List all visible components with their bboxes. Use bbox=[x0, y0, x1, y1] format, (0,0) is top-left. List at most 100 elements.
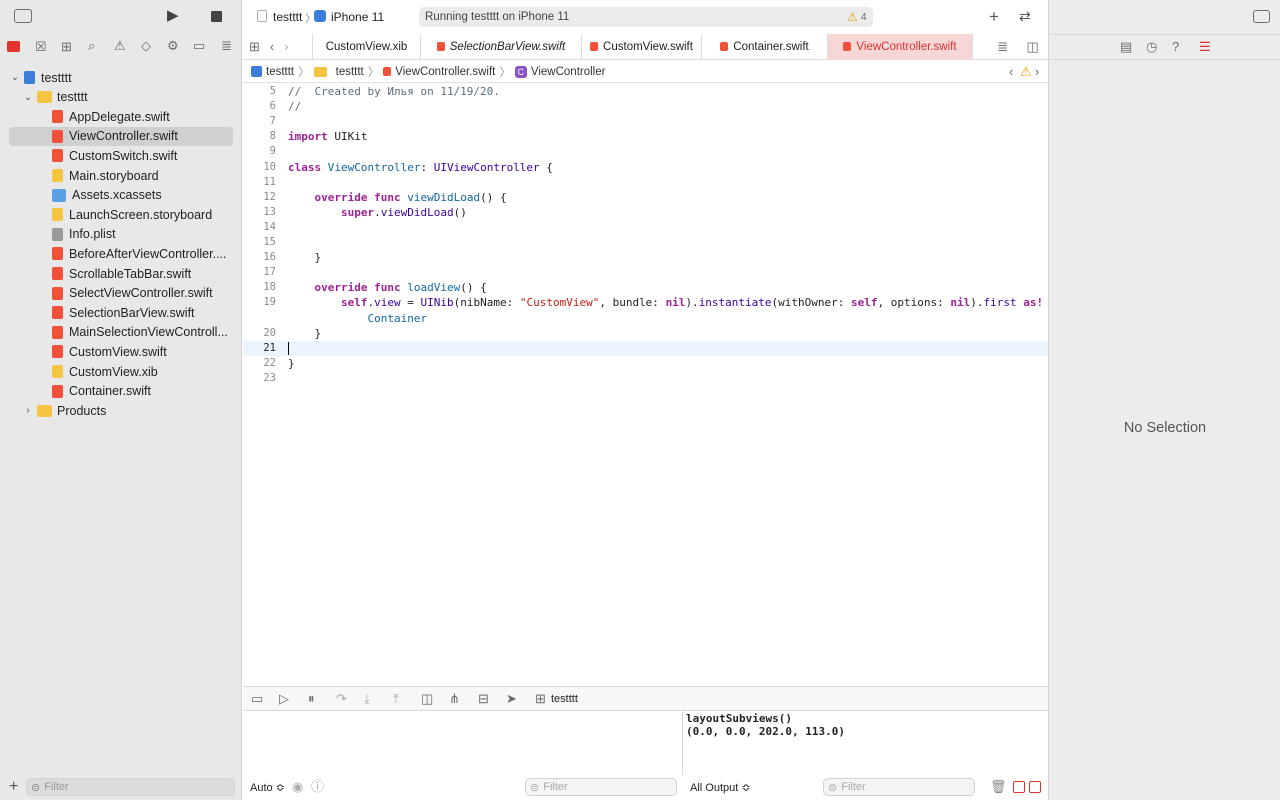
tree-item-file[interactable]: CustomView.xib bbox=[0, 362, 242, 381]
console-line: (0.0, 0.0, 202.0, 113.0) bbox=[686, 725, 845, 738]
debug-target[interactable]: testttt bbox=[551, 693, 578, 705]
tree-item-group[interactable]: ⌄ testttt bbox=[0, 88, 242, 107]
chevron-right-icon: 〉 bbox=[367, 66, 380, 79]
line-number: 15 bbox=[263, 236, 276, 248]
test-navigator-icon[interactable]: ◇ bbox=[141, 39, 151, 52]
editor-tab[interactable]: CustomView.swift bbox=[582, 33, 702, 60]
memory-graph-icon[interactable]: ⋔ bbox=[449, 692, 460, 705]
activity-status-bar: Running testttt on iPhone 11 ⚠ 4 bbox=[419, 7, 873, 27]
view-debugger-icon[interactable]: ◫ bbox=[421, 692, 433, 705]
step-out-icon[interactable]: ⤒ bbox=[393, 692, 399, 705]
tree-item-products[interactable]: › Products bbox=[0, 401, 242, 420]
swift-file-icon bbox=[52, 345, 63, 359]
tree-item-file[interactable]: Main.storyboard bbox=[0, 166, 242, 185]
find-navigator-icon[interactable]: ⌕ bbox=[88, 39, 95, 52]
swift-file-icon bbox=[52, 384, 63, 398]
tree-item-file[interactable]: MainSelectionViewControll... bbox=[0, 323, 242, 342]
breakpoint-navigator-icon[interactable]: ▭ bbox=[193, 39, 205, 52]
code-line: self.view = UINib(nibName: "CustomView",… bbox=[340, 296, 1044, 310]
swift-file-icon bbox=[52, 247, 63, 261]
show-variables-icon[interactable] bbox=[1013, 781, 1025, 793]
report-navigator-icon[interactable]: ≣ bbox=[221, 39, 232, 52]
current-line-highlight bbox=[243, 340, 1048, 356]
pause-icon[interactable]: ⏸ bbox=[308, 692, 315, 705]
grid-icon[interactable]: ⊞ bbox=[249, 40, 260, 53]
output-select[interactable]: All Output ≎ bbox=[690, 781, 751, 794]
tree-item-file[interactable]: Assets.xcassets bbox=[0, 186, 242, 205]
tree-item-file[interactable]: BeforeAfterViewController.... bbox=[0, 244, 242, 263]
tree-item-file[interactable]: CustomSwitch.swift bbox=[0, 146, 242, 165]
console-line: layoutSubviews() bbox=[686, 712, 792, 725]
device-name[interactable]: iPhone 11 bbox=[331, 10, 384, 24]
tree-item-file[interactable]: CustomView.swift bbox=[0, 342, 242, 361]
step-into-icon[interactable]: ⤓ bbox=[364, 692, 370, 705]
project-navigator-icon[interactable] bbox=[7, 41, 20, 52]
stop-button[interactable] bbox=[211, 11, 222, 22]
hide-debug-area-icon[interactable]: ▭ bbox=[251, 692, 263, 705]
info-icon[interactable]: ⓘ bbox=[311, 780, 324, 793]
jumpbar-file[interactable]: ViewController.swift bbox=[395, 66, 495, 78]
jumpbar-group[interactable]: testttt bbox=[336, 66, 364, 78]
source-editor[interactable]: 5 // Created by Илья on 11/19/20. 6 // 7 8 imp… bbox=[243, 84, 1048, 686]
tree-item-file[interactable]: ScrollableTabBar.swift bbox=[0, 264, 242, 283]
file-inspector-icon[interactable]: ▤ bbox=[1120, 40, 1132, 53]
editor-options-icon[interactable]: ≣ bbox=[997, 40, 1008, 53]
tree-item-project[interactable]: ⌄ testttt bbox=[0, 68, 242, 87]
simulate-location-icon[interactable]: ➤ bbox=[506, 692, 517, 705]
line-number: 17 bbox=[263, 266, 276, 279]
chevron-down-icon[interactable]: ⌄ bbox=[23, 92, 33, 103]
source-control-navigator-icon[interactable]: ☒ bbox=[35, 40, 47, 53]
previous-issue-icon[interactable]: ‹ bbox=[1009, 65, 1013, 78]
jumpbar-symbol[interactable]: ViewController bbox=[531, 66, 606, 78]
chevron-down-icon[interactable]: ⌄ bbox=[10, 72, 20, 83]
code-review-icon[interactable]: ⇄ bbox=[1019, 9, 1031, 23]
editor-tab[interactable]: CustomView.xib bbox=[313, 33, 421, 60]
editor-options: ≣ ◫ bbox=[988, 34, 1048, 60]
quick-help-icon[interactable]: ? bbox=[1172, 40, 1179, 53]
forward-arrow-icon[interactable]: › bbox=[284, 40, 288, 53]
toggle-inspector-icon[interactable] bbox=[1253, 10, 1270, 23]
editor-tab[interactable]: Container.swift bbox=[702, 33, 828, 60]
tree-item-file[interactable]: SelectionBarView.swift bbox=[0, 303, 242, 322]
back-arrow-icon[interactable]: ‹ bbox=[270, 40, 274, 53]
swift-file-icon bbox=[436, 42, 445, 51]
add-file-icon[interactable]: + bbox=[9, 779, 18, 795]
split-editor-icon[interactable]: ◫ bbox=[1026, 40, 1038, 53]
next-issue-icon[interactable]: › bbox=[1035, 65, 1039, 78]
toggle-navigator-icon[interactable] bbox=[14, 9, 32, 23]
editor-tab[interactable]: ViewController.swift bbox=[828, 33, 973, 60]
code-line: override func loadView() { bbox=[314, 281, 487, 295]
tree-item-file[interactable]: SelectViewController.swift bbox=[0, 284, 242, 303]
trash-icon[interactable]: 🗑 bbox=[990, 780, 1007, 793]
console-filter-field[interactable]: ⊜ Filter bbox=[823, 778, 975, 796]
tree-item-file[interactable]: AppDelegate.swift bbox=[0, 107, 242, 126]
editor-tab-label: ViewController.swift bbox=[856, 40, 957, 53]
tree-item-file[interactable]: LaunchScreen.storyboard bbox=[0, 205, 242, 224]
tree-item-file[interactable]: Info.plist bbox=[0, 225, 242, 244]
attributes-inspector-icon[interactable]: ☰ bbox=[1199, 40, 1211, 53]
warning-icon[interactable]: ⚠ bbox=[847, 10, 858, 24]
console-output[interactable]: layoutSubviews() (0.0, 0.0, 202.0, 113.0) bbox=[684, 711, 1048, 775]
step-over-icon[interactable]: ↷ bbox=[336, 692, 347, 705]
chevron-right-icon[interactable]: › bbox=[23, 405, 33, 416]
library-plus-icon[interactable]: + bbox=[989, 8, 999, 25]
symbol-navigator-icon[interactable]: ⊞ bbox=[61, 40, 72, 53]
scheme-name[interactable]: testttt bbox=[273, 10, 302, 24]
tree-item-file[interactable]: ViewController.swift bbox=[0, 126, 242, 146]
auto-variables-select[interactable]: Auto ≎ bbox=[250, 781, 285, 794]
run-button[interactable]: ▶ bbox=[167, 8, 179, 23]
tree-item-file[interactable]: Container.swift bbox=[0, 382, 242, 401]
show-console-icon[interactable] bbox=[1029, 781, 1041, 793]
navigator-filter-field[interactable]: ⊜ Filter bbox=[26, 778, 235, 796]
line-number: 16 bbox=[263, 251, 276, 264]
variables-filter-field[interactable]: ⊜ Filter bbox=[525, 778, 677, 796]
editor-tab[interactable]: SelectionBarView.swift bbox=[421, 33, 582, 60]
warning-icon[interactable]: ⚠ bbox=[1020, 65, 1032, 78]
debug-navigator-icon[interactable]: ⚙ bbox=[167, 39, 179, 52]
jumpbar-project[interactable]: testttt bbox=[266, 66, 294, 78]
history-inspector-icon[interactable]: ◷ bbox=[1146, 40, 1157, 53]
issue-navigator-icon[interactable]: ⚠ bbox=[114, 39, 126, 52]
breakpoints-toggle-icon[interactable]: ▷ bbox=[279, 692, 289, 705]
environment-overrides-icon[interactable]: ⊟ bbox=[478, 692, 489, 705]
quick-look-icon[interactable]: ◉ bbox=[292, 780, 303, 793]
